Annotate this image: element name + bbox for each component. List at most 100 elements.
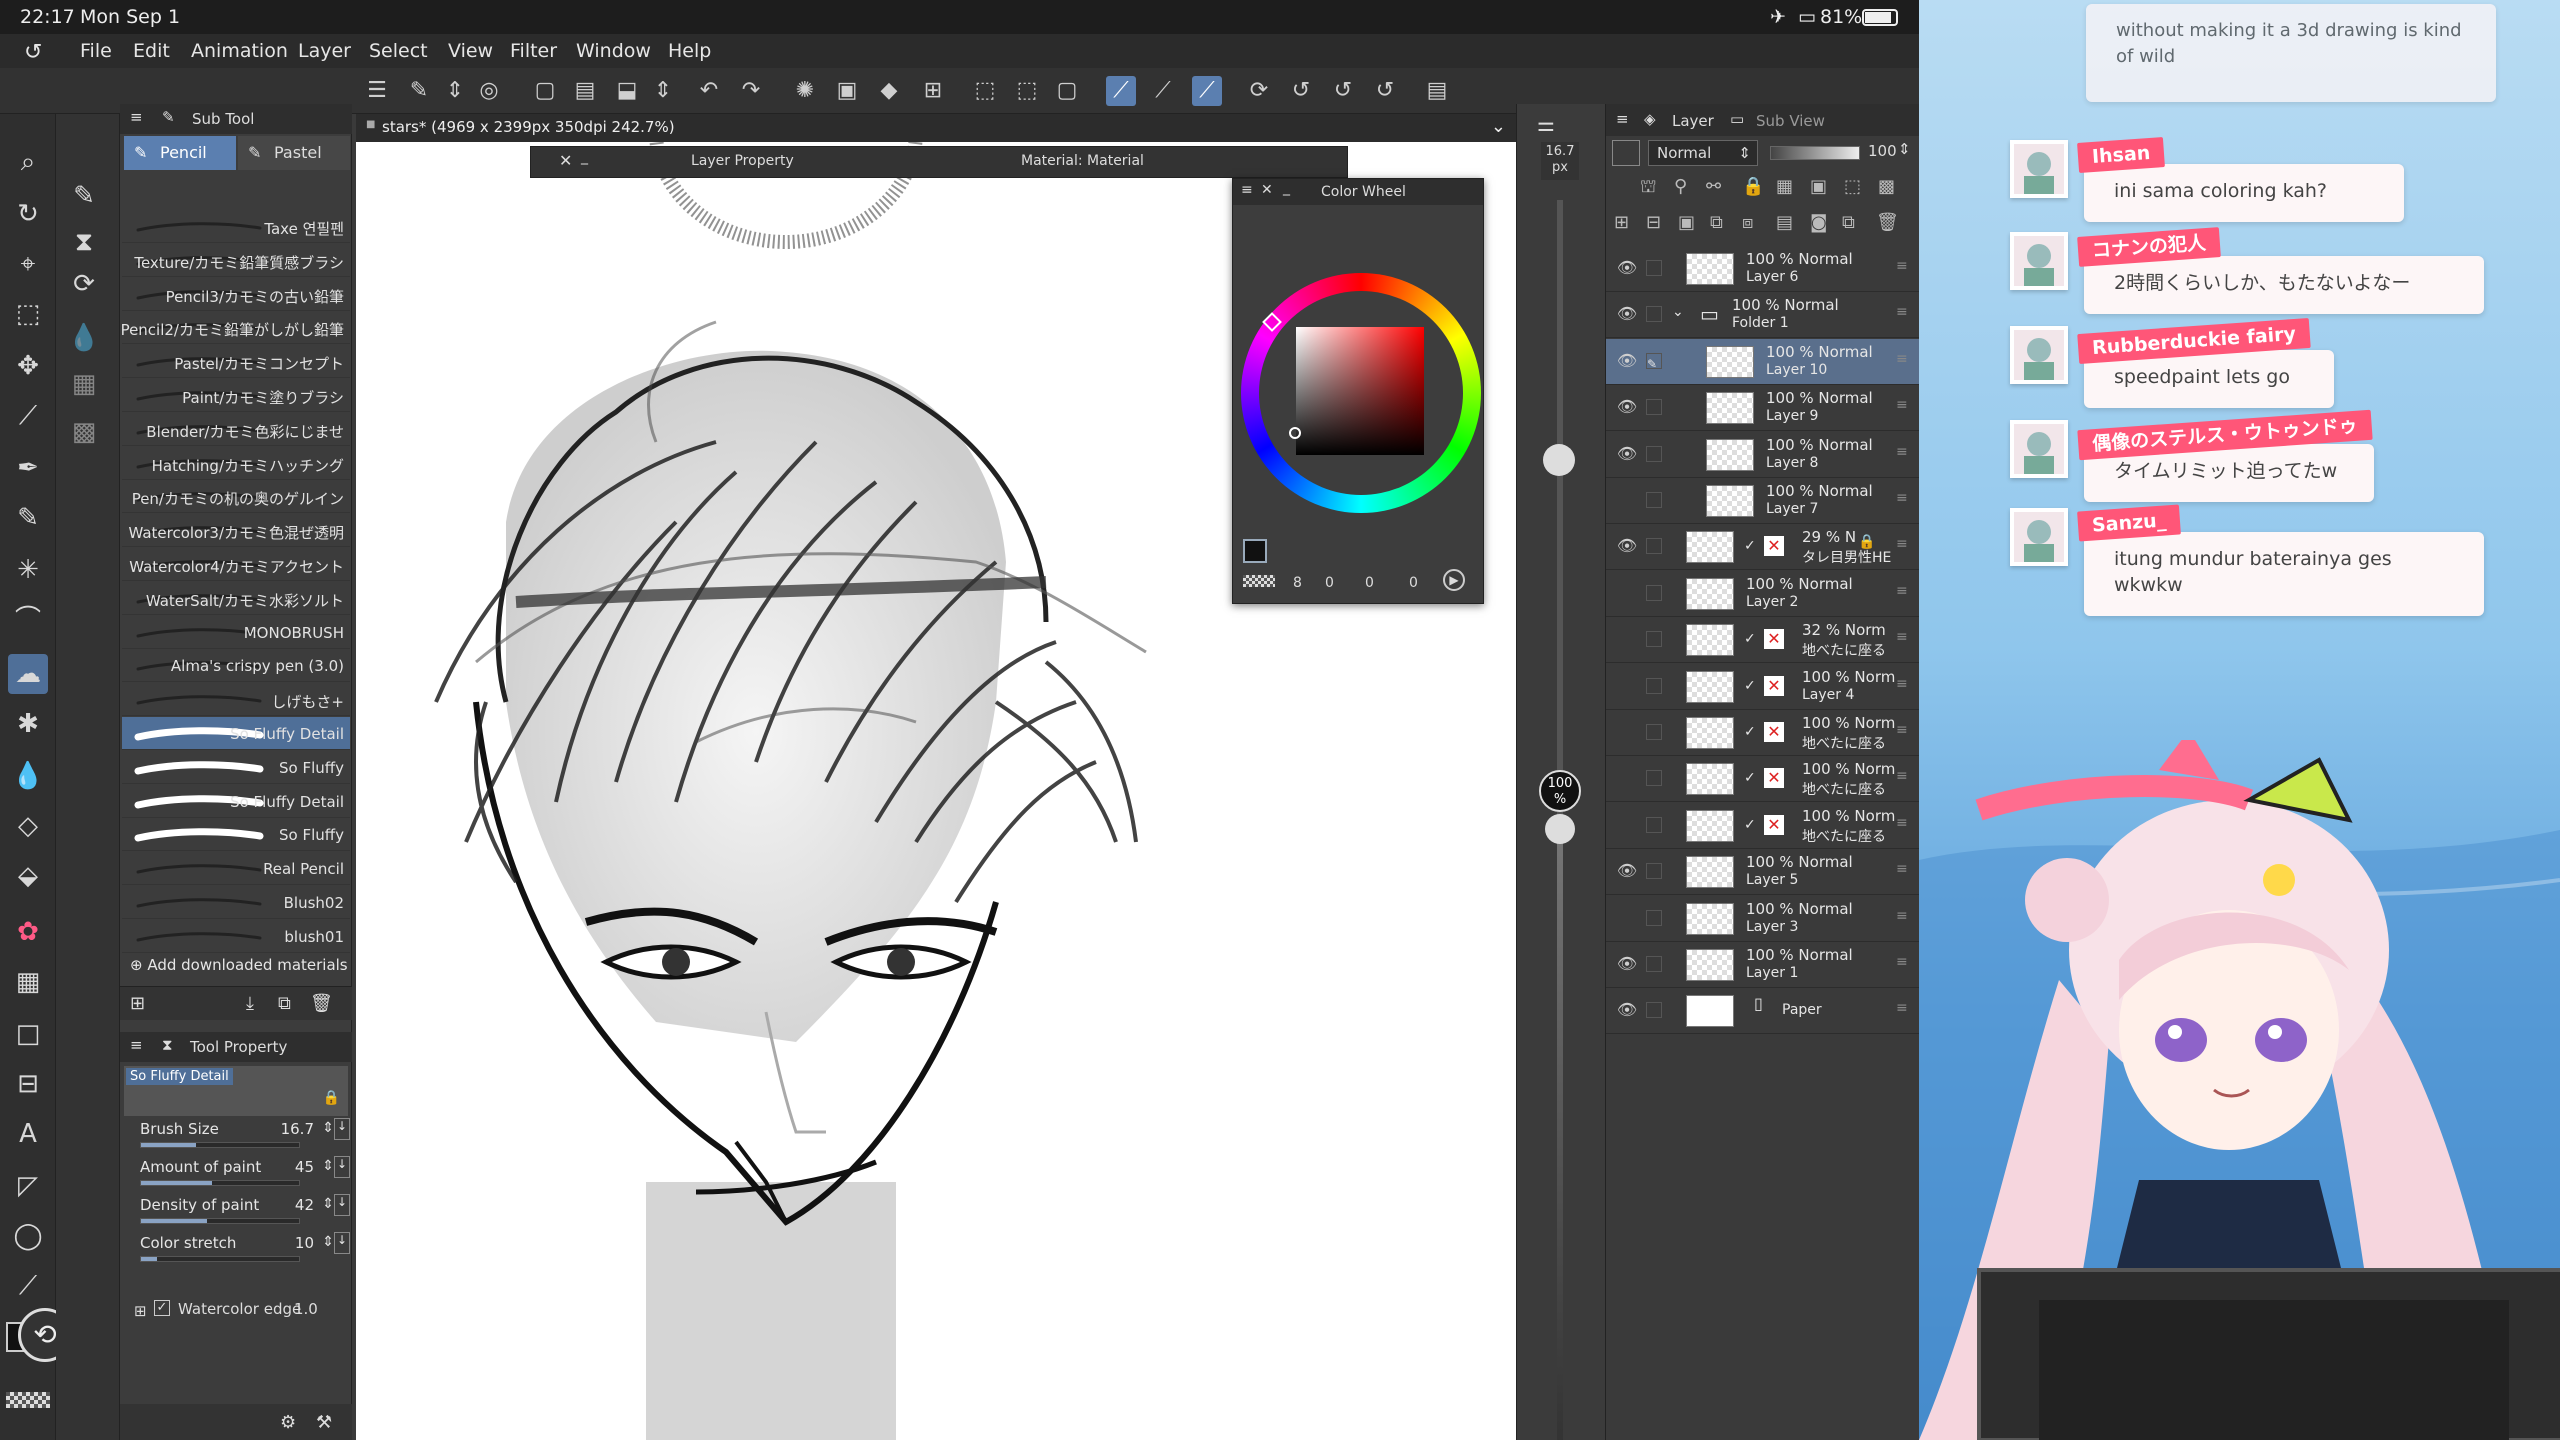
blend-mode-select[interactable]: Normal ⇕ bbox=[1648, 140, 1758, 166]
layer-select-box[interactable] bbox=[1646, 306, 1662, 323]
layer-opacity-value[interactable]: 100 bbox=[1868, 142, 1897, 160]
layer-property-title[interactable]: Layer Property bbox=[691, 153, 794, 169]
texture-icon[interactable]: ▩ bbox=[64, 412, 104, 452]
layer-select-box[interactable] bbox=[1646, 956, 1662, 972]
layer-drag-handle-icon[interactable]: ≡ bbox=[1896, 1000, 1908, 1016]
brush-item[interactable]: Watercolor4/カモミアクセント bbox=[122, 548, 350, 581]
undo-icon[interactable]: ↶ bbox=[694, 76, 724, 106]
layer-drag-handle-icon[interactable]: ≡ bbox=[1896, 444, 1908, 460]
tab-sub-view[interactable]: Sub View bbox=[1756, 112, 1825, 130]
stabilizer-1-icon[interactable]: ⟋ bbox=[1106, 76, 1136, 106]
property-value[interactable]: 45 bbox=[295, 1158, 314, 1176]
balloon-icon[interactable]: ◸ bbox=[8, 1166, 48, 1206]
new-canvas-icon[interactable]: ✎ bbox=[404, 76, 434, 106]
eye-icon[interactable]: 👁 bbox=[1616, 444, 1638, 466]
deselect-icon[interactable]: ⬚ bbox=[970, 76, 1000, 106]
lock-transparent-icon[interactable]: ▦ bbox=[1776, 176, 1793, 197]
eraser-icon[interactable]: ◇ bbox=[8, 806, 48, 846]
select-icon[interactable]: ⬚ bbox=[8, 294, 48, 334]
opacity-slider-handle[interactable] bbox=[1545, 814, 1575, 844]
eye-icon[interactable]: 👁 bbox=[1616, 304, 1638, 326]
layer-drag-handle-icon[interactable]: ≡ bbox=[1896, 768, 1908, 784]
rotate-canvas-icon[interactable]: ⟳ bbox=[1244, 76, 1274, 106]
eyedropper-icon[interactable]: ⟋ bbox=[8, 396, 48, 436]
settings-icon[interactable]: ⚙ bbox=[280, 1412, 296, 1433]
layer-row[interactable]: ✓ ✕ 100 % Norm 地べたに座る ≡ bbox=[1606, 756, 1919, 803]
layer-drag-handle-icon[interactable]: ≡ bbox=[1896, 536, 1908, 552]
brush-item[interactable]: Watercolor3/カモミ色混ぜ透明 bbox=[122, 514, 350, 548]
fill-bucket-icon[interactable]: ⬙ bbox=[8, 856, 48, 896]
delete-layer-icon[interactable]: 🗑 bbox=[1876, 212, 1899, 233]
layer-select-box[interactable] bbox=[1646, 863, 1662, 880]
property-slider[interactable] bbox=[140, 1218, 300, 1224]
brush-item[interactable]: Real Pencil bbox=[122, 852, 350, 886]
hidden-eye-slot[interactable] bbox=[1616, 815, 1638, 837]
opacity-readout[interactable]: 100% bbox=[1539, 770, 1581, 812]
layer-drag-handle-icon[interactable]: ≡ bbox=[1896, 908, 1908, 924]
transparent-color-icon[interactable] bbox=[1243, 575, 1275, 587]
check-icon[interactable]: ✓ bbox=[1744, 770, 1756, 786]
brush-item[interactable]: Blush02 bbox=[122, 886, 350, 919]
brush-item[interactable]: So Fluffy bbox=[122, 818, 350, 852]
blend-drop-icon[interactable]: 💧 bbox=[8, 756, 48, 796]
check-icon[interactable]: ✓ bbox=[1744, 724, 1756, 740]
color-wheel-minimize-icon[interactable]: _ bbox=[1283, 180, 1290, 196]
layer-row[interactable]: ✓ ✕ 100 % Norm Layer 4 ≡ bbox=[1606, 664, 1919, 710]
layer-row[interactable]: 👁 ⌄ ▭ 100 % Normal Folder 1 ≡ bbox=[1606, 292, 1919, 339]
property-slider[interactable] bbox=[140, 1142, 300, 1148]
color-wheel-close-icon[interactable]: ✕ bbox=[1261, 182, 1273, 198]
minimize-icon[interactable]: _ bbox=[581, 149, 588, 165]
layer-row[interactable]: 👁 100 % Normal Layer 5 ≡ bbox=[1606, 849, 1919, 896]
hidden-eye-slot[interactable] bbox=[1616, 768, 1638, 790]
brush-item[interactable]: Pen/カモミの机の奥のゲルイン bbox=[122, 480, 350, 514]
layer-row[interactable]: 100 % Normal Layer 3 ≡ bbox=[1606, 896, 1919, 942]
loading-icon[interactable]: ✺ bbox=[790, 76, 820, 106]
drop-icon[interactable]: 💧 bbox=[64, 318, 104, 358]
transform-icon[interactable]: ⊞ bbox=[918, 76, 948, 106]
brush-item[interactable]: WaterSalt/カモミ水彩ソルト bbox=[122, 582, 350, 615]
move-icon[interactable]: ✥ bbox=[8, 346, 48, 386]
stabilizer-3-icon[interactable]: ⟋ bbox=[1192, 76, 1222, 106]
eye-icon[interactable]: 👁 bbox=[1616, 954, 1638, 976]
rotate-left-icon[interactable]: ↺ bbox=[1286, 76, 1316, 106]
layer-row[interactable]: 100 % Normal Layer 7 ≡ bbox=[1606, 478, 1919, 524]
opacity-slider-track[interactable] bbox=[1557, 824, 1563, 1440]
ruler-icon[interactable]: ⬚ bbox=[1844, 176, 1861, 197]
eye-icon[interactable]: 👁 bbox=[1616, 861, 1638, 883]
layer-select-box[interactable] bbox=[1646, 631, 1662, 648]
expand-down-icon[interactable]: ↓ bbox=[334, 1194, 350, 1216]
brush-item[interactable]: しげもさ+ bbox=[122, 683, 350, 717]
color-v-value[interactable]: 0 bbox=[1365, 575, 1374, 591]
check-icon[interactable]: ✓ bbox=[1744, 631, 1756, 647]
check-icon[interactable]: ✓ bbox=[1744, 538, 1756, 554]
chevron-down-icon[interactable]: ⌄ bbox=[1491, 116, 1506, 137]
layer-drag-handle-icon[interactable]: ≡ bbox=[1896, 583, 1908, 599]
link-icon[interactable]: ⟳ bbox=[64, 264, 104, 304]
panel-menu-icon-3[interactable]: ≡ bbox=[1241, 182, 1253, 198]
new-folder-icon[interactable]: ▣ bbox=[1678, 212, 1695, 233]
property-value[interactable]: 42 bbox=[295, 1196, 314, 1214]
color-a-value[interactable]: 0 bbox=[1409, 575, 1418, 591]
watercolor-edge-checkbox[interactable]: ✓ bbox=[154, 1300, 170, 1316]
layer-drag-handle-icon[interactable]: ≡ bbox=[1896, 397, 1908, 413]
airbrush-icon[interactable]: ✱ bbox=[8, 704, 48, 744]
menu-edit[interactable]: Edit bbox=[133, 40, 170, 62]
brush-item[interactable]: blush01 bbox=[122, 920, 350, 953]
brush-item[interactable]: So Fluffy bbox=[122, 751, 350, 784]
menu-help[interactable]: Help bbox=[668, 40, 711, 62]
layer-select-box[interactable] bbox=[1646, 677, 1662, 694]
stepper-icon[interactable]: ⇕ bbox=[322, 1120, 334, 1136]
subtool-pen-icon[interactable]: ✎ bbox=[64, 176, 104, 216]
layer-row[interactable]: 👁 ✓ ✕ 29 % N タレ目男性HE 🔒 ≡ bbox=[1606, 524, 1919, 571]
layer-row[interactable]: 100 % Normal Layer 2 ≡ bbox=[1606, 571, 1919, 617]
watercolor-edge-value[interactable]: 1.0 bbox=[294, 1300, 318, 1318]
correct-line-icon[interactable]: ⟋ bbox=[8, 1266, 48, 1306]
add-materials-button[interactable]: ⊕ Add downloaded materials bbox=[130, 956, 348, 974]
layer-select-box[interactable] bbox=[1646, 584, 1662, 601]
brush-item[interactable]: Pencil3/カモミの古い鉛筆 bbox=[122, 278, 350, 311]
stepper-icon[interactable]: ⇕ bbox=[322, 1196, 334, 1212]
layer-drag-handle-icon[interactable]: ≡ bbox=[1896, 351, 1908, 367]
layer-row[interactable]: ✓ ✕ 100 % Norm 地べたに座る ≡ bbox=[1606, 803, 1919, 849]
decoration-icon[interactable]: ✿ bbox=[8, 912, 48, 952]
stepper-icon[interactable]: ⇕ bbox=[322, 1158, 334, 1174]
